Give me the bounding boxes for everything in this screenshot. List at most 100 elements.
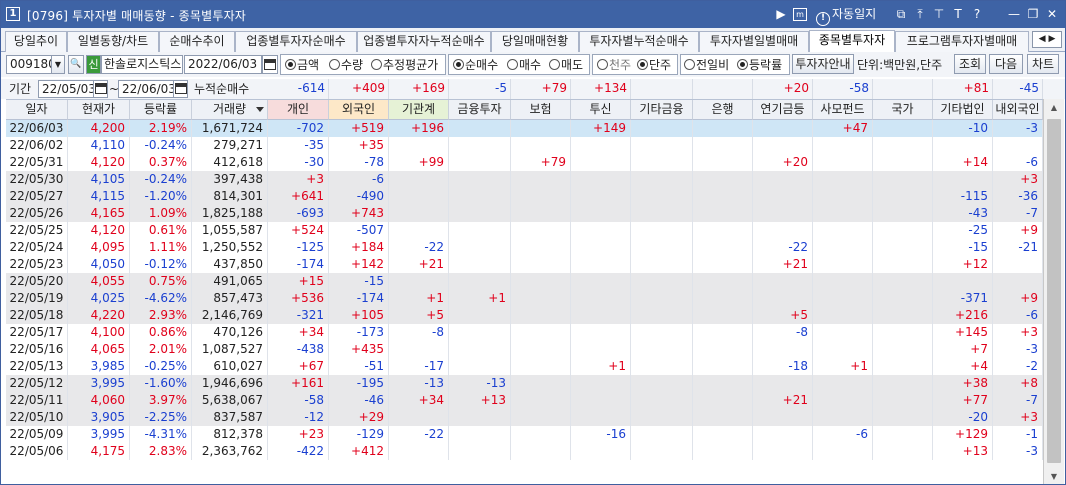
- tab-intraday-status[interactable]: 당일매매현황: [491, 31, 579, 52]
- table-row[interactable]: 22/05/19 4,025 -4.62% 857,473 +536 -174 +1 +1 -3…: [6, 290, 1043, 307]
- chart-button[interactable]: 차트: [1027, 54, 1059, 74]
- table-row[interactable]: 22/05/13 3,985 -0.25% 610,027 +67 -51 -17 +1 -18…: [6, 358, 1043, 375]
- investor-data-table[interactable]: 일자 현재가 등락률 거래량 개인 외국인 기관계 금융투자 보험 투신 기타금융 은행 연기금등 사모펀…: [6, 99, 1043, 484]
- cell-foreign: -507: [329, 222, 389, 239]
- table-row[interactable]: 22/05/12 3,995 -1.60% 1,946,696 +161 -195 -13-…: [6, 375, 1043, 392]
- link-icon[interactable]: ⧉: [894, 6, 908, 22]
- column-header-foreign[interactable]: 외국인: [329, 100, 389, 120]
- table-row[interactable]: 22/05/11 4,060 3.97% 5,638,067 -58 -46 +34 +13 +…: [6, 392, 1043, 409]
- cell-other-finance: [631, 256, 693, 273]
- radio-amount[interactable]: 금액: [285, 56, 319, 74]
- period-to-calendar-button[interactable]: [173, 80, 188, 98]
- column-header-trust[interactable]: 투신: [571, 100, 631, 120]
- cell-bank: [693, 222, 753, 239]
- tab-sector-investor-cum[interactable]: 업종별투자자누적순매수: [357, 31, 491, 52]
- column-header-volume[interactable]: 거래량: [192, 100, 268, 120]
- next-button[interactable]: 다음: [989, 54, 1023, 74]
- table-row[interactable]: 22/05/30 4,105 -0.24% 397,438 +3 -6 +3: [6, 171, 1043, 188]
- sort-down-icon[interactable]: [256, 107, 264, 112]
- radio-quantity[interactable]: 수량: [329, 56, 363, 74]
- column-header-other-finance[interactable]: 기타금융: [631, 100, 693, 120]
- cumulative-sum-other-finance: [631, 79, 693, 99]
- chevron-down-icon[interactable]: ▼: [51, 55, 65, 74]
- font-T-icon[interactable]: T: [951, 6, 965, 22]
- period-from-calendar-button[interactable]: [93, 80, 108, 98]
- table-row[interactable]: 22/05/31 4,120 0.37% 412,618 -30 -78 +99 +79 +20…: [6, 154, 1043, 171]
- minimize-m-icon[interactable]: m: [793, 8, 807, 21]
- cell-domestic-foreign: -21: [993, 239, 1043, 256]
- table-row[interactable]: 22/05/06 4,175 2.83% 2,363,762 -422 +412 +13 -3: [6, 443, 1043, 460]
- period-from-input[interactable]: 22/05/03: [38, 80, 94, 98]
- radio-buy[interactable]: 매수: [507, 56, 541, 74]
- radio-sell[interactable]: 매도: [549, 56, 583, 74]
- table-row[interactable]: 22/05/27 4,115 -1.20% 814,301 +641 -490 -115 -3…: [6, 188, 1043, 205]
- table-row[interactable]: 22/05/18 4,220 2.93% 2,146,769 -321 +105 +5 +5 +…: [6, 307, 1043, 324]
- scroll-down-icon[interactable]: ▼: [1044, 468, 1064, 484]
- table-row[interactable]: 22/05/25 4,120 0.61% 1,055,587 +524 -507 -25 +9: [6, 222, 1043, 239]
- cumulative-sum-foreign: +409: [329, 79, 389, 99]
- table-row[interactable]: 22/05/24 4,095 1.11% 1,250,552 -125 +184 -22 -2…: [6, 239, 1043, 256]
- radio-change-rate[interactable]: 등락률: [737, 56, 782, 74]
- scroll-up-icon[interactable]: ▲: [1044, 99, 1064, 116]
- column-header-domestic-foreign[interactable]: 내외국인: [993, 100, 1043, 120]
- tab-net-buy-trend[interactable]: 순매수추이: [159, 31, 235, 52]
- investor-guide-button[interactable]: 투자자안내: [792, 54, 854, 74]
- tab-program-investor[interactable]: 프로그램투자자별매매: [895, 31, 1029, 52]
- column-header-change-rate[interactable]: 등락률: [130, 100, 192, 120]
- table-row[interactable]: 22/05/10 3,905 -2.25% 837,587 -12 +29 -20 +3: [6, 409, 1043, 426]
- radio-prev-day[interactable]: 전일비: [684, 56, 729, 74]
- radio-est-avg-price[interactable]: 추정평균가: [371, 56, 438, 74]
- column-header-bank[interactable]: 은행: [693, 100, 753, 120]
- radio-thousand-shares[interactable]: 천주: [597, 56, 631, 74]
- period-to-input[interactable]: 22/06/03: [118, 80, 174, 98]
- column-header-insurance[interactable]: 보험: [511, 100, 571, 120]
- upload-icon[interactable]: ⤒: [913, 6, 927, 22]
- pin-icon[interactable]: ⊤: [932, 6, 946, 22]
- play-right-icon[interactable]: ▶: [775, 6, 787, 22]
- help-icon[interactable]: ?: [970, 6, 984, 22]
- column-header-private-fund[interactable]: 사모펀드: [813, 100, 873, 120]
- table-row[interactable]: 22/05/17 4,100 0.86% 470,126 +34 -173 -8 -8 +145…: [6, 324, 1043, 341]
- cell-individual: +3: [268, 171, 329, 188]
- table-row[interactable]: 22/05/16 4,065 2.01% 1,087,527 -438 +435 +7 -3: [6, 341, 1043, 358]
- close-icon[interactable]: ✕: [1045, 6, 1059, 22]
- arrow-right-icon[interactable]: ▶: [1048, 34, 1055, 44]
- tab-scroll-arrows[interactable]: ◀ ▶: [1032, 31, 1062, 48]
- title-bar[interactable]: 1 [0796] 투자자별 매매동향 - 종목별투자자 ▶ m ! 자동일지 ⧉ …: [1, 1, 1065, 28]
- cell-pension: [753, 120, 813, 137]
- tab-intraday-trend[interactable]: 당일추이: [5, 31, 67, 52]
- tab-investor-daily[interactable]: 투자자별일별매매: [699, 31, 809, 52]
- minimize-icon[interactable]: —: [1007, 6, 1021, 22]
- column-header-other-corp[interactable]: 기타법인: [933, 100, 993, 120]
- column-header-price[interactable]: 현재가: [68, 100, 130, 120]
- tab-sector-investor-net[interactable]: 업종별투자자순매수: [235, 31, 357, 52]
- column-header-financial-invest[interactable]: 금융투자: [449, 100, 511, 120]
- tab-investor-cum-net[interactable]: 투자자별누적순매수: [579, 31, 699, 52]
- arrow-left-icon[interactable]: ◀: [1039, 34, 1046, 44]
- stock-code-input[interactable]: 009180: [6, 55, 52, 74]
- table-row[interactable]: 22/05/23 4,050 -0.12% 437,850 -174 +142 +21 +21…: [6, 256, 1043, 273]
- table-row[interactable]: 22/06/03 4,200 2.19% 1,671,724 -702 +519 +196 +…: [6, 120, 1043, 137]
- column-header-pension[interactable]: 연기금등: [753, 100, 813, 120]
- column-header-date[interactable]: 일자: [6, 100, 68, 120]
- calendar-button[interactable]: [262, 55, 278, 74]
- tab-daily-chart[interactable]: 일별동향/차트: [67, 31, 159, 52]
- autolock-button[interactable]: ! 자동일지: [816, 6, 876, 26]
- restore-icon[interactable]: ❐: [1026, 6, 1040, 22]
- radio-net-buy[interactable]: 순매수: [453, 56, 498, 74]
- table-row[interactable]: 22/05/09 3,995 -4.31% 812,378 +23 -129 -22 -16 -…: [6, 426, 1043, 443]
- radio-single-shares[interactable]: 단주: [637, 56, 671, 74]
- scroll-thumb[interactable]: [1047, 119, 1061, 463]
- table-row[interactable]: 22/05/20 4,055 0.75% 491,065 +15 -15: [6, 273, 1043, 290]
- tab-stock-investor[interactable]: 종목별투자자: [809, 30, 895, 53]
- search-icon[interactable]: 🔍: [68, 55, 84, 74]
- column-header-nation[interactable]: 국가: [873, 100, 933, 120]
- cell-insurance: [511, 307, 571, 324]
- column-header-institution[interactable]: 기관계: [389, 100, 449, 120]
- table-row[interactable]: 22/06/02 4,110 -0.24% 279,271 -35 +35: [6, 137, 1043, 154]
- column-header-individual[interactable]: 개인: [268, 100, 329, 120]
- vertical-scrollbar[interactable]: ▲ ▼: [1043, 99, 1064, 484]
- table-row[interactable]: 22/05/26 4,165 1.09% 1,825,188 -693 +743 -43 -7: [6, 205, 1043, 222]
- query-button[interactable]: 조회: [954, 54, 986, 74]
- date-input[interactable]: 2022/06/03: [184, 55, 262, 74]
